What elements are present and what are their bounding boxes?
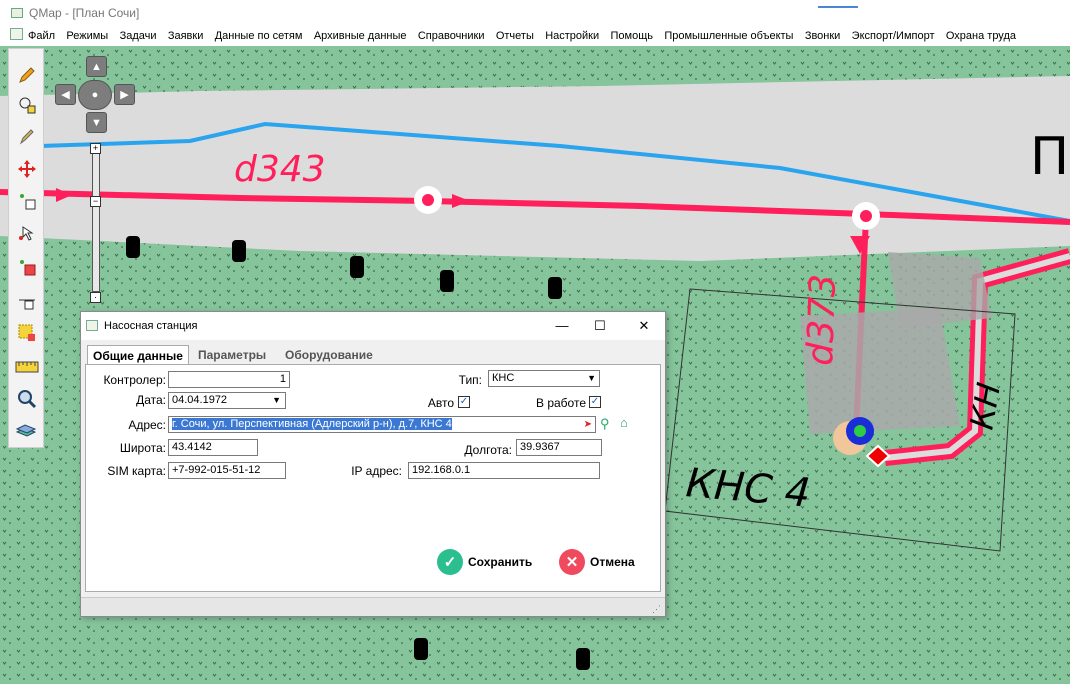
- menu-industrial[interactable]: Промышленные объекты: [664, 30, 793, 42]
- checkmark-icon: ✓: [437, 549, 463, 575]
- window-title: QMap - [План Сочи]: [29, 6, 140, 20]
- menu-export-import[interactable]: Экспорт/Импорт: [852, 30, 935, 42]
- ruler-icon[interactable]: [13, 353, 40, 380]
- menu-items: Файл Режимы Задачи Заявки Данные по сетя…: [28, 28, 1024, 42]
- in-work-label: В работе: [535, 396, 586, 410]
- delete-area-icon[interactable]: [13, 319, 40, 346]
- zoom-in-button[interactable]: +: [90, 143, 101, 154]
- in-work-checkbox[interactable]: ✓: [589, 396, 601, 408]
- type-select[interactable]: КНС ▼: [488, 370, 600, 387]
- edit-node-icon[interactable]: [13, 187, 40, 214]
- address-field[interactable]: г. Сочи, ул. Перспективная (Адлерский р-…: [168, 416, 596, 433]
- select-objects-icon[interactable]: [13, 91, 40, 118]
- pencil-icon[interactable]: [13, 61, 40, 88]
- maximize-button[interactable]: ☐: [587, 316, 613, 336]
- address-value: г. Сочи, ул. Перспективная (Адлерский р-…: [172, 418, 452, 430]
- dialog-app-icon: [86, 320, 98, 331]
- dialog-status-bar: ⋰: [81, 597, 665, 616]
- controller-field[interactable]: 1: [168, 371, 290, 388]
- split-node-icon[interactable]: [13, 287, 40, 314]
- cancel-button[interactable]: ✕ Отмена: [559, 548, 635, 576]
- longitude-field[interactable]: 39.9367: [516, 439, 602, 456]
- dialog-title-bar[interactable]: Насосная станция — ☐ ✕: [81, 312, 665, 340]
- date-picker[interactable]: 04.04.1972 ▼: [168, 392, 286, 409]
- node-marker-1-dot: [422, 194, 434, 206]
- type-value: КНС: [492, 372, 515, 384]
- tab-general[interactable]: Общие данные: [87, 345, 189, 365]
- menu-bar: Файл Режимы Задачи Заявки Данные по сетя…: [0, 24, 1070, 47]
- longitude-label: Долгота:: [464, 443, 512, 457]
- menu-labor-safety[interactable]: Охрана труда: [946, 30, 1016, 42]
- street-label-fragment: П: [1030, 127, 1069, 187]
- move-icon[interactable]: [13, 155, 40, 182]
- ip-field[interactable]: 192.168.0.1: [408, 462, 600, 479]
- pointer-tool-icon[interactable]: [13, 219, 40, 246]
- type-label: Тип:: [458, 373, 482, 387]
- latitude-label: Широта:: [119, 441, 166, 455]
- menu-settings[interactable]: Настройки: [545, 30, 599, 42]
- menu-archive[interactable]: Архивные данные: [314, 30, 407, 42]
- save-button[interactable]: ✓ Сохранить: [437, 548, 532, 576]
- menu-help[interactable]: Помощь: [610, 30, 653, 42]
- magnifier-icon[interactable]: [13, 385, 40, 412]
- latitude-field[interactable]: 43.4142: [168, 439, 258, 456]
- clear-address-icon[interactable]: ➤: [584, 417, 592, 432]
- map-pin-icon[interactable]: ⚲: [600, 416, 610, 432]
- menu-modes[interactable]: Режимы: [66, 30, 108, 42]
- sim-field[interactable]: +7-992-015-51-12: [168, 462, 286, 479]
- pipe-label-d373: d373: [800, 273, 844, 366]
- node-marker-2-dot: [860, 210, 872, 222]
- minimize-button[interactable]: —: [549, 316, 575, 336]
- cancel-label: Отмена: [590, 555, 635, 569]
- zoom-slider-thumb[interactable]: −: [90, 196, 101, 207]
- delete-node-icon[interactable]: [13, 253, 40, 280]
- menu-reports[interactable]: Отчеты: [496, 30, 534, 42]
- save-label: Сохранить: [468, 555, 533, 569]
- date-value: 04.04.1972: [172, 394, 228, 406]
- left-toolbar: [8, 48, 44, 448]
- menu-calls[interactable]: Звонки: [805, 30, 841, 42]
- pan-up-button[interactable]: ▲: [86, 56, 107, 77]
- menu-references[interactable]: Справочники: [418, 30, 485, 42]
- address-label: Адрес:: [128, 418, 166, 432]
- dialog-title: Насосная станция: [104, 320, 198, 332]
- chevron-down-icon: ▼: [272, 395, 281, 405]
- pump-status-dot: [854, 425, 866, 437]
- home-icon[interactable]: ⌂: [620, 415, 628, 430]
- pan-down-button[interactable]: ▼: [86, 112, 107, 133]
- close-icon: ✕: [559, 549, 585, 575]
- zoom-out-button[interactable]: ·: [90, 292, 101, 303]
- tab-equipment[interactable]: Оборудование: [285, 345, 373, 365]
- pen-edit-icon[interactable]: [13, 123, 40, 150]
- title-bar: QMap - [План Сочи]: [0, 0, 1070, 24]
- pan-right-button[interactable]: ▶: [114, 84, 135, 105]
- app-icon: [11, 8, 23, 18]
- controller-label: Контролер:: [103, 373, 166, 387]
- auto-checkbox[interactable]: ✓: [458, 396, 470, 408]
- close-button[interactable]: ✕: [631, 316, 657, 336]
- pipe-label-d343: d343: [234, 149, 326, 190]
- pan-center-button[interactable]: ●: [78, 80, 112, 110]
- zoom-slider[interactable]: [92, 150, 100, 292]
- auto-label: Авто: [427, 396, 454, 410]
- menu-file[interactable]: Файл: [28, 30, 55, 42]
- title-accent-line: [818, 6, 858, 8]
- menu-network-data[interactable]: Данные по сетям: [215, 30, 303, 42]
- menu-requests[interactable]: Заявки: [168, 30, 204, 42]
- ip-label: IP адрес:: [351, 464, 402, 478]
- pump-station-dialog: Насосная станция — ☐ ✕ Общие данные Пара…: [80, 311, 666, 617]
- date-label: Дата:: [136, 393, 166, 407]
- pan-left-button[interactable]: ◀: [55, 84, 76, 105]
- layers-icon[interactable]: [13, 417, 40, 444]
- menu-tasks[interactable]: Задачи: [120, 30, 157, 42]
- chevron-down-icon: ▼: [587, 373, 596, 383]
- sim-label: SIM карта:: [107, 464, 166, 478]
- road-label-fragment: КН: [962, 380, 1008, 433]
- mdi-window-icon[interactable]: [10, 28, 23, 40]
- tab-parameters[interactable]: Параметры: [198, 345, 266, 365]
- resize-grip-icon[interactable]: ⋰: [652, 604, 661, 615]
